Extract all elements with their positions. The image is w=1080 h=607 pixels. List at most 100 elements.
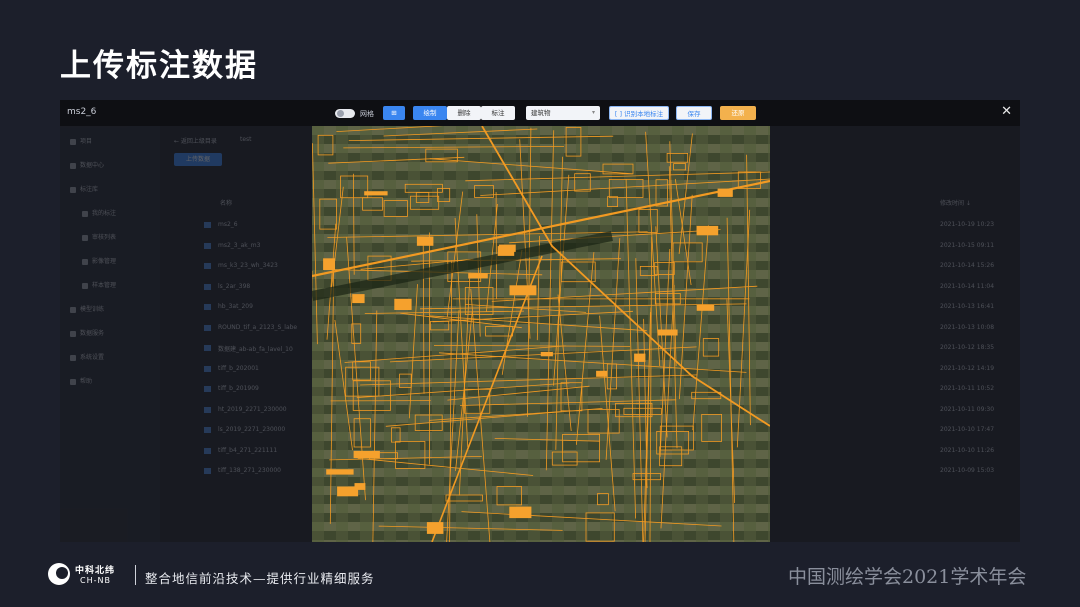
file-name: ls_2ar_398 [218,282,251,290]
reset-button[interactable]: 还原 [720,106,756,120]
building-polygon [634,353,646,362]
sidebar-item[interactable]: 标注库 [70,184,98,193]
annotation-canvas[interactable] [312,126,770,542]
building-polygon [364,191,388,196]
column-header-name[interactable]: 名称 [220,198,232,207]
building-polygon [353,450,380,459]
recognize-local-button[interactable]: [ ] 识别本地标注 [609,106,669,120]
building-polygon [696,305,715,311]
sidebar-item[interactable]: 项目 [70,136,92,145]
annotation-window: 项目 数据中心 标注库 我的标注 审核列表 影像管理 样本管理 模型训练 数据服务 系统设置 帮助 … [60,100,1020,542]
file-icon [204,468,211,474]
building-polygon [426,522,444,534]
sidebar-item-label: 模型训练 [80,306,105,313]
file-icon [204,447,211,454]
building-polygon [596,370,608,377]
sidebar-item[interactable]: 系统设置 [70,352,104,361]
chevron-down-icon: ▾ [591,109,595,116]
building-polygon [354,483,366,490]
sidebar-item[interactable]: 数据中心 [70,160,104,169]
save-button[interactable]: 保存 [676,106,712,120]
file-date: 2021-10-14 11:04 [940,282,995,290]
delete-button[interactable]: 删除 [447,106,481,120]
file-icon [204,324,211,331]
sidebar-item[interactable]: 模型训练 [70,304,104,313]
file-date: 2021-10-12 18:35 [940,344,995,351]
building-polygon [352,294,365,304]
sidebar-item-label: 审核列表 [92,234,117,241]
file-date: 2021-10-19 10:23 [940,221,995,228]
file-name: tiff_b4_271_221111 [218,446,278,454]
sidebar-item-label: 标注库 [80,186,99,193]
building-polygon [468,273,488,279]
file-date: 2021-10-15 09:11 [940,241,995,249]
grid-toggle[interactable] [335,109,355,118]
file-date: 2021-10-10 11:26 [940,446,995,454]
sidebar-item[interactable]: 帮助 [70,376,92,385]
sidebar-item[interactable]: 审核列表 [82,232,116,241]
layer-icon-button[interactable]: ⊞ [383,106,405,120]
building-polygon [696,225,719,236]
file-date: 2021-10-13 16:41 [940,303,995,310]
file-icon [204,222,211,228]
menu-icon [70,162,76,169]
sidebar: 项目数据中心标注库我的标注审核列表影像管理样本管理模型训练数据服务系统设置帮助 [60,126,160,542]
building-polygon [540,351,553,357]
file-date: 2021-10-09 15:03 [940,467,995,474]
building-polygon [326,469,354,475]
annotated-satellite-map[interactable] [312,126,770,542]
upload-data-button[interactable]: 上传数据 [174,153,222,166]
menu-icon [70,186,76,193]
category-select[interactable]: 建筑物 ▾ [526,106,600,120]
file-date: 2021-10-10 17:47 [940,426,995,433]
file-icon [204,386,211,392]
file-name: hb_3at_209 [218,303,253,310]
sidebar-item-label: 样本管理 [92,282,117,289]
file-icon [204,365,211,372]
brand-name-cn: 中科北纬 [75,566,116,576]
file-name: ht_2019_2271_230000 [218,405,287,413]
file-icon [204,263,211,269]
label-button[interactable]: 标注 [481,106,515,120]
file-icon [204,304,211,310]
conference-name: 中国测绘学会2021学术年会 [788,566,1027,588]
building-polygon [497,246,515,256]
building-polygon [509,506,532,519]
sidebar-item[interactable]: 样本管理 [82,280,116,289]
file-date: 2021-10-13 10:08 [940,323,995,331]
file-date: 2021-10-12 14:19 [940,364,995,372]
file-name: 数据建_ab-ab_fa_lavel_10 [218,346,293,353]
file-name: ROUND_tif_a_2123_S_labe [218,323,298,331]
file-icon [204,242,211,249]
draw-button[interactable]: 绘制 [413,106,447,120]
close-icon[interactable]: ✕ [1001,105,1012,119]
file-name: ls_2019_2271_230000 [218,426,286,433]
menu-icon [82,258,88,265]
building-polygon [657,329,678,336]
annotation-toolbar: ms2_6 网格 ⊞ 绘制 删除 标注 建筑物 ▾ [ ] 识别本地标注 保存 … [60,100,1020,126]
sidebar-item-label: 项目 [80,138,93,145]
window-title: ms2_6 [67,107,97,117]
menu-icon [82,282,88,289]
building-polygon [416,236,434,246]
menu-icon [70,354,76,361]
footer-divider [135,565,136,585]
building-polygon [323,258,336,270]
file-icon [204,406,211,413]
breadcrumb[interactable]: ← 返回上级目录 [174,136,217,145]
footer-slogan: 整合地信前沿技术—提供行业精细服务 [145,571,375,586]
sidebar-item[interactable]: 数据服务 [70,328,104,337]
company-logo-icon [48,563,70,585]
building-polygon [394,298,412,310]
building-polygon [717,188,733,197]
column-header-date[interactable]: 修改时间 ↓ [940,198,971,207]
category-select-value: 建筑物 [531,109,551,117]
sidebar-item-label: 我的标注 [92,210,117,217]
menu-icon [70,138,76,145]
file-icon [204,283,211,290]
menu-icon [70,378,76,385]
file-icon [204,345,211,351]
sidebar-item[interactable]: 影像管理 [82,256,116,265]
sidebar-item[interactable]: 我的标注 [82,208,116,217]
sidebar-item-label: 数据服务 [80,330,105,337]
